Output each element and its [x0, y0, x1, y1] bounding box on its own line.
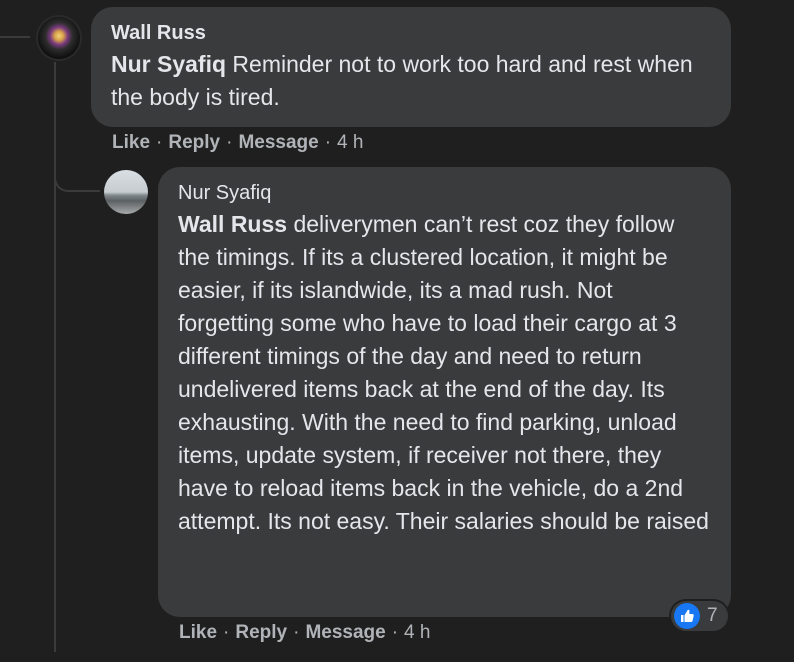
reply-author[interactable]: Nur Syafiq: [178, 180, 711, 206]
comment-mention[interactable]: Nur Syafiq: [111, 51, 226, 77]
reply-body: deliverymen can’t rest coz they follow t…: [178, 211, 709, 534]
comment-actions: Like · Reply · Message · 4 h: [112, 132, 363, 154]
separator-dot: ·: [223, 622, 230, 643]
separator-dot: ·: [156, 132, 163, 153]
reply-bubble: Nur Syafiq Wall Russ deliverymen can’t r…: [158, 167, 731, 617]
avatar-nur-syafiq[interactable]: [104, 170, 148, 214]
comment-author[interactable]: Wall Russ: [111, 20, 711, 46]
separator-dot: ·: [391, 622, 399, 643]
reaction-summary[interactable]: 7: [671, 601, 728, 631]
thumbs-up-icon: [674, 603, 700, 629]
reply-button[interactable]: Reply: [168, 132, 220, 154]
thread-line-top: [0, 36, 30, 38]
comment-thread: Wall Russ Nur Syafiq Reminder not to wor…: [0, 0, 794, 662]
reaction-count: 7: [707, 605, 718, 626]
like-button[interactable]: Like: [179, 622, 217, 644]
separator-dot: ·: [293, 622, 300, 643]
separator-dot: ·: [226, 132, 233, 153]
comment-text: Nur Syafiq Reminder not to work too hard…: [111, 48, 711, 114]
reply-actions: Like · Reply · Message · 4 h: [179, 622, 430, 644]
separator-dot: ·: [324, 132, 332, 153]
message-button[interactable]: Message: [238, 132, 318, 154]
thread-line-reply-connector: [54, 150, 100, 192]
reply-button[interactable]: Reply: [235, 622, 287, 644]
message-button[interactable]: Message: [305, 622, 385, 644]
comment-bubble: Wall Russ Nur Syafiq Reminder not to wor…: [91, 7, 731, 127]
reply-text: Wall Russ deliverymen can’t rest coz the…: [178, 208, 711, 538]
like-button[interactable]: Like: [112, 132, 150, 154]
avatar-wall-russ[interactable]: [38, 17, 80, 59]
comment-timestamp[interactable]: 4 h: [337, 132, 363, 154]
reply-mention[interactable]: Wall Russ: [178, 211, 287, 237]
reply-timestamp[interactable]: 4 h: [404, 622, 430, 644]
